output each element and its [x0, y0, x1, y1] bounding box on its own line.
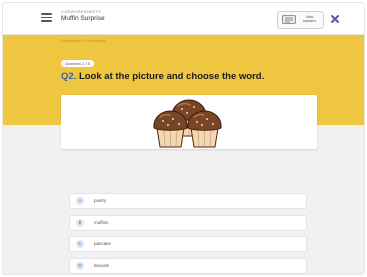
close-icon[interactable] — [330, 14, 340, 24]
option-text: biscuits — [94, 263, 110, 268]
breadcrumb[interactable]: Vocabulary › Food words — [61, 38, 105, 43]
view-answers-button[interactable]: View answers — [277, 11, 324, 29]
answer-option-d[interactable]: D biscuits — [69, 258, 307, 274]
question-text: Look at the picture and choose the word. — [78, 71, 265, 82]
answer-option-a[interactable]: A pastry — [69, 193, 307, 209]
option-letter-badge: B — [76, 219, 84, 227]
left-muffin — [153, 110, 188, 148]
app-frame: LIVEWORKSHEETS Muffin Surprise View answ… — [3, 3, 364, 274]
question-counter-badge: Question 2 / 5 — [61, 60, 94, 67]
option-text: pastry — [94, 198, 107, 203]
set-title: Muffin Surprise — [61, 15, 105, 22]
answer-option-c[interactable]: C pancake — [69, 236, 307, 252]
question-number: Q2. — [61, 71, 77, 82]
top-bar: LIVEWORKSHEETS Muffin Surprise View answ… — [3, 3, 364, 35]
hamburger-menu-icon[interactable] — [41, 13, 52, 22]
set-title-block: LIVEWORKSHEETS Muffin Surprise — [61, 9, 105, 22]
brand-label: LIVEWORKSHEETS — [61, 9, 101, 14]
question-title: Q2. Look at the picture and choose the w… — [61, 71, 264, 82]
option-letter-badge: C — [76, 240, 84, 248]
option-letter-badge: D — [76, 262, 84, 270]
answers-sheet-icon — [282, 15, 296, 24]
right-muffin — [187, 110, 222, 148]
answer-option-b[interactable]: B muffins — [69, 215, 307, 231]
option-text: muffins — [94, 220, 109, 225]
view-answers-label: View answers — [302, 15, 317, 24]
question-image-card — [61, 95, 317, 149]
option-text: pancake — [94, 241, 112, 246]
muffins-picture — [153, 99, 222, 148]
option-letter-badge: A — [76, 197, 84, 205]
